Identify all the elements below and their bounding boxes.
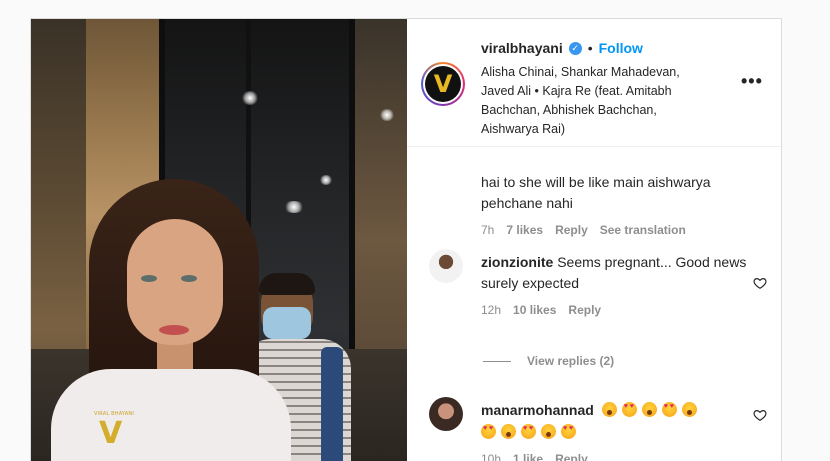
astonished-face-icon [541,424,556,439]
like-heart-icon[interactable] [753,408,767,422]
foreground-person [31,179,291,461]
comment-body: manarmohannad [481,399,751,443]
emoji-row [481,421,751,443]
astonished-face-icon [501,424,516,439]
post-header: V viralbhayani ✓ • Follow Alisha Chinai,… [407,19,781,147]
avatar[interactable] [429,397,463,431]
viralbhayani-logo-icon: V [425,66,461,102]
comment-body: zionzionite Seems pregnant... Good news … [481,252,751,294]
view-replies-label[interactable]: View replies (2) [527,354,614,368]
heart-eyes-face-icon [561,424,576,439]
heart-eyes-face-icon [621,402,637,417]
heart-eyes-face-icon [481,424,496,439]
ceiling-light [241,91,259,105]
avatar[interactable]: V [421,62,465,106]
heart-eyes-face-icon [521,424,536,439]
ceiling-light [319,175,333,185]
comment-time[interactable]: 12h [481,302,501,318]
emoji-row [601,402,702,418]
comment-likes[interactable]: 10 likes [513,302,556,318]
comment-meta: 10h 1 like Reply [481,451,751,461]
audio-track-link[interactable]: Alisha Chinai, Shankar Mahadevan, Javed … [481,63,701,139]
header-top-row: viralbhayani ✓ • Follow [481,38,643,58]
replies-divider [483,360,511,362]
comment-time[interactable]: 10h [481,451,501,461]
heart-eyes-face-icon [661,402,677,417]
watermark-logo: VIRAL BHAYANI V [93,411,135,451]
verified-badge-icon: ✓ [568,41,582,55]
see-translation-button[interactable]: See translation [600,222,686,238]
page: VIRAL BHAYANI V V viralbhayani ✓ • Follo… [0,0,830,461]
comment-meta: 12h 10 likes Reply [481,302,751,318]
view-replies-button[interactable]: View replies (2) [483,354,614,368]
reply-button[interactable]: Reply [568,302,601,318]
more-options-icon[interactable]: ••• [741,71,763,92]
username-link[interactable]: viralbhayani [481,40,563,56]
comment-likes[interactable]: 1 like [513,451,543,461]
like-heart-icon[interactable] [753,276,767,290]
post-side-panel: V viralbhayani ✓ • Follow Alisha Chinai,… [407,19,781,461]
astonished-face-icon [681,402,697,417]
comments-list[interactable]: hai to she will be like main aishwarya p… [407,148,781,461]
separator-dot: • [587,40,593,56]
astonished-face-icon [601,402,617,417]
post-video[interactable]: VIRAL BHAYANI V [31,19,407,461]
reply-button[interactable]: Reply [555,222,588,238]
avatar[interactable] [429,249,463,283]
comment-meta: 7h 7 likes Reply See translation [481,222,731,238]
astonished-face-icon [641,402,657,417]
comment-username[interactable]: manarmohannad [481,402,594,418]
ceiling-light [379,109,395,121]
comment-likes[interactable]: 7 likes [506,222,543,238]
post-card: VIRAL BHAYANI V V viralbhayani ✓ • Follo… [30,18,782,461]
comment-time[interactable]: 7h [481,222,494,238]
comment-text: hai to she will be like main aishwarya p… [481,174,711,211]
comment-item: hai to she will be like main aishwarya p… [481,172,731,238]
comment-username[interactable]: zionzionite [481,254,553,270]
follow-button[interactable]: Follow [599,40,643,56]
reply-button[interactable]: Reply [555,451,588,461]
